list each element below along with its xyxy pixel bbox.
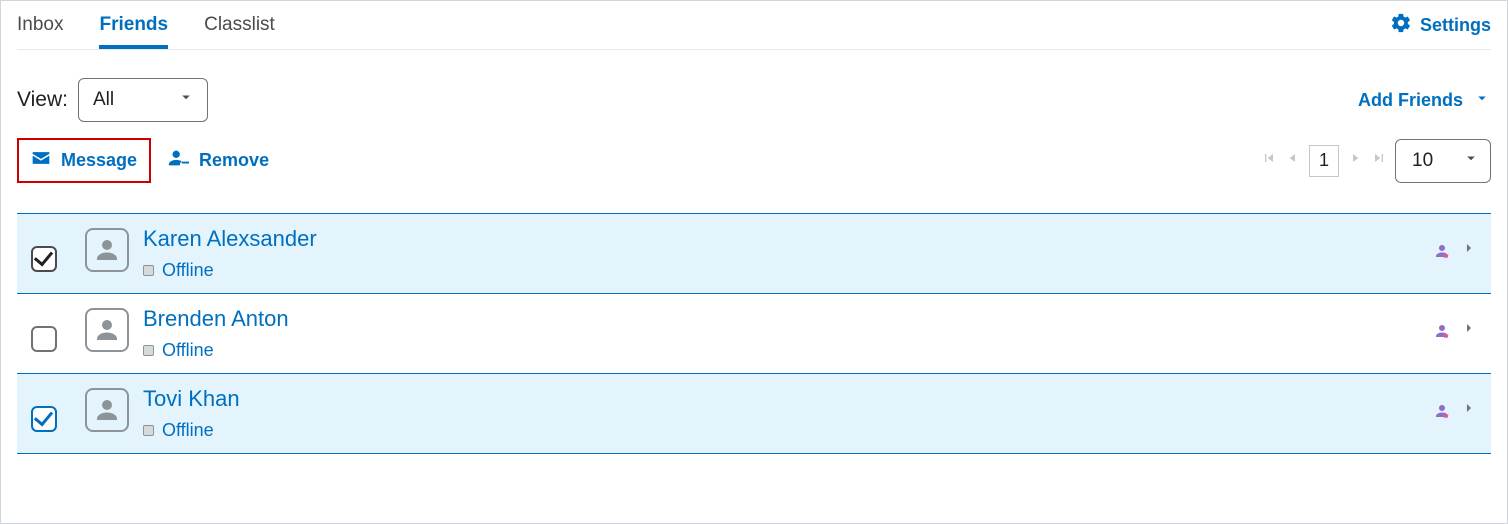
status-text[interactable]: Offline xyxy=(162,420,214,441)
status-dot-icon xyxy=(143,265,154,276)
friend-row: Karen Alexsander Offline xyxy=(17,214,1491,294)
friend-info: Brenden Anton Offline xyxy=(143,306,1433,361)
remove-user-icon xyxy=(167,147,189,174)
avatar xyxy=(85,308,129,352)
select-checkbox[interactable] xyxy=(31,326,57,352)
status-line: Offline xyxy=(143,260,1433,281)
settings-label: Settings xyxy=(1420,15,1491,36)
status-dot-icon xyxy=(143,345,154,356)
status-line: Offline xyxy=(143,420,1433,441)
friends-list: Karen Alexsander Offline Brenden Anton Offl… xyxy=(17,213,1491,454)
tab-bar: Inbox Friends Classlist Settings xyxy=(1,1,1507,49)
row-menu-toggle[interactable] xyxy=(1461,240,1477,261)
row-actions xyxy=(1433,400,1477,421)
status-line: Offline xyxy=(143,340,1433,361)
add-friends-button[interactable]: Add Friends xyxy=(1358,89,1491,112)
remove-button[interactable]: Remove xyxy=(163,139,273,182)
status-dot-icon xyxy=(143,425,154,436)
row-menu-toggle[interactable] xyxy=(1461,320,1477,341)
friend-info: Tovi Khan Offline xyxy=(143,386,1433,441)
next-page-icon[interactable] xyxy=(1347,150,1363,171)
add-friends-label: Add Friends xyxy=(1358,90,1463,111)
envelope-icon xyxy=(31,148,51,173)
friend-row: Brenden Anton Offline xyxy=(17,294,1491,374)
tab-inbox[interactable]: Inbox xyxy=(17,1,63,49)
friend-name-link[interactable]: Karen Alexsander xyxy=(143,226,1433,252)
message-button[interactable]: Message xyxy=(17,138,151,183)
remove-label: Remove xyxy=(199,150,269,171)
friend-badge-icon xyxy=(1433,322,1451,340)
view-select[interactable]: All xyxy=(78,78,208,122)
row-actions xyxy=(1433,320,1477,341)
page-number-value: 1 xyxy=(1319,150,1329,171)
view-label: View: xyxy=(17,88,68,112)
row-actions xyxy=(1433,240,1477,261)
view-select-value: All xyxy=(93,89,114,111)
select-checkbox[interactable] xyxy=(31,406,57,432)
status-text[interactable]: Offline xyxy=(162,260,214,281)
first-page-icon[interactable] xyxy=(1261,150,1277,171)
avatar xyxy=(85,388,129,432)
friend-name-link[interactable]: Brenden Anton xyxy=(143,306,1433,332)
tab-friends[interactable]: Friends xyxy=(99,1,168,49)
friend-row: Tovi Khan Offline xyxy=(17,374,1491,454)
prev-page-icon[interactable] xyxy=(1285,150,1301,171)
chevron-down-icon xyxy=(1473,89,1491,112)
status-text[interactable]: Offline xyxy=(162,340,214,361)
friend-info: Karen Alexsander Offline xyxy=(143,226,1433,281)
message-label: Message xyxy=(61,150,137,171)
page-size-select[interactable]: 10 xyxy=(1395,139,1491,183)
tab-classlist[interactable]: Classlist xyxy=(204,1,275,49)
friend-name-link[interactable]: Tovi Khan xyxy=(143,386,1433,412)
page-size-value: 10 xyxy=(1412,150,1433,172)
avatar xyxy=(85,228,129,272)
select-checkbox[interactable] xyxy=(31,246,57,272)
chevron-down-icon xyxy=(1462,149,1480,173)
chevron-down-icon xyxy=(177,88,195,112)
row-menu-toggle[interactable] xyxy=(1461,400,1477,421)
friend-badge-icon xyxy=(1433,402,1451,420)
gear-icon xyxy=(1390,12,1412,39)
friend-badge-icon xyxy=(1433,242,1451,260)
settings-link[interactable]: Settings xyxy=(1390,12,1491,39)
last-page-icon[interactable] xyxy=(1371,150,1387,171)
page-number-input[interactable]: 1 xyxy=(1309,145,1339,177)
